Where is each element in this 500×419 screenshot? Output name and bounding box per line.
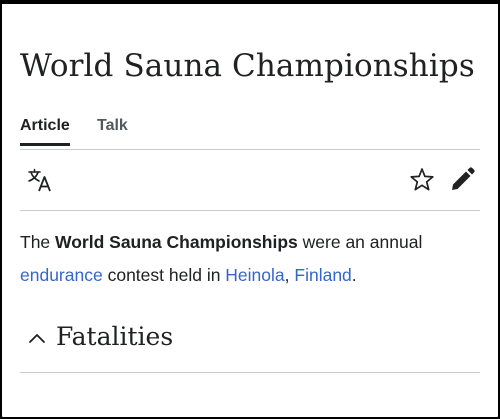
intro-bold-title: World Sauna Championships [55,232,298,252]
link-finland[interactable]: Finland [294,265,351,285]
pencil-icon[interactable] [448,166,476,194]
section-title: Fatalities [56,322,174,351]
intro-comma: , [284,265,295,285]
tab-talk[interactable]: Talk [97,117,128,145]
page-frame: World Sauna Championships Article Talk T… [0,0,500,419]
link-heinola[interactable]: Heinola [225,265,284,285]
page-title: World Sauna Championships [20,48,475,84]
intro-period: . [351,265,357,285]
namespace-tabs: Article Talk [20,117,480,150]
star-icon[interactable] [408,166,436,194]
chevron-up-icon [28,331,46,345]
article-intro: The World Sauna Championships were an an… [20,226,480,292]
intro-text-2: were an annual [297,232,423,252]
intro-text-3: contest held in [102,265,226,285]
page-actions-toolbar [20,150,480,211]
translate-icon[interactable] [26,166,54,194]
section-fatalities-header[interactable]: Fatalities [20,316,480,373]
intro-text-1: The [20,232,56,252]
link-endurance[interactable]: endurance [20,265,103,285]
tab-article[interactable]: Article [20,117,70,146]
